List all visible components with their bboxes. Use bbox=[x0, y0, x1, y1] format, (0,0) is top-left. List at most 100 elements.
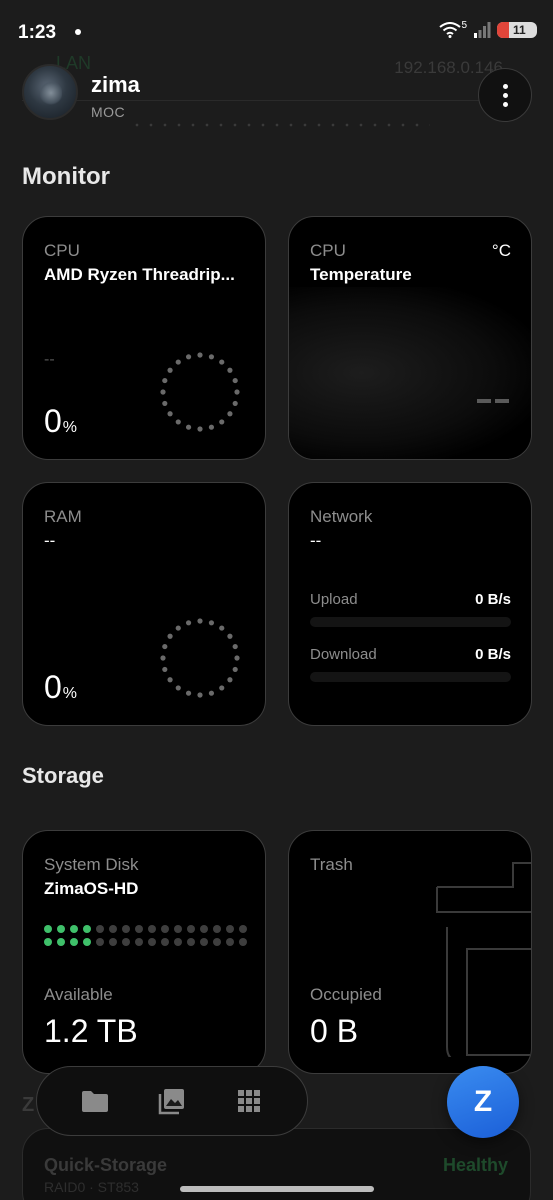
disk-dot bbox=[148, 938, 156, 946]
disk-dot bbox=[83, 938, 91, 946]
disk-dot bbox=[44, 925, 52, 933]
loading-dot bbox=[232, 643, 238, 650]
signal-icon bbox=[474, 22, 491, 38]
loading-dot bbox=[185, 354, 192, 360]
apps-grid-icon bbox=[237, 1090, 260, 1112]
section-title-monitor: Monitor bbox=[22, 163, 110, 190]
disk-dot bbox=[187, 925, 195, 933]
disk-dot bbox=[200, 938, 208, 946]
cpu-model: AMD Ryzen Threadrip... bbox=[44, 265, 235, 284]
loading-dot bbox=[175, 625, 181, 631]
section-title-storage: Storage bbox=[22, 763, 104, 788]
disk-dot bbox=[148, 925, 156, 933]
loading-dot bbox=[175, 685, 181, 691]
disk-dot bbox=[200, 925, 208, 933]
quick-storage-title: Quick-Storage bbox=[44, 1155, 168, 1175]
available-value: 1.2 TB bbox=[44, 1013, 138, 1049]
temperature-label: CPU bbox=[310, 241, 346, 260]
disk-dot bbox=[213, 938, 221, 946]
loading-dot bbox=[160, 389, 166, 395]
cpu-card[interactable]: CPU AMD Ryzen Threadrip... -- 0% bbox=[22, 216, 266, 460]
system-disk-label: System Disk bbox=[44, 855, 139, 874]
loading-dot bbox=[208, 424, 215, 430]
loading-dot bbox=[197, 692, 203, 698]
loading-dot bbox=[185, 690, 192, 696]
loading-dot bbox=[227, 633, 233, 639]
loading-dot bbox=[197, 352, 203, 358]
next-section-title: Z bbox=[22, 1094, 35, 1116]
occupied-label: Occupied bbox=[310, 985, 382, 1004]
trash-label: Trash bbox=[310, 855, 353, 874]
loading-dot bbox=[175, 359, 181, 365]
network-label: Network bbox=[310, 507, 373, 526]
user-subtitle: MOC bbox=[91, 104, 126, 120]
disk-dot bbox=[44, 938, 52, 946]
quick-storage-subtitle: RAID0 · ST853 bbox=[44, 1179, 139, 1195]
quick-storage-status: Healthy bbox=[442, 1155, 508, 1175]
loading-dot bbox=[175, 419, 181, 425]
loading-dot bbox=[219, 625, 225, 631]
loading-dot bbox=[167, 633, 173, 639]
notification-dot bbox=[75, 29, 81, 35]
nav-apps[interactable] bbox=[229, 1081, 269, 1121]
nav-photos[interactable] bbox=[152, 1081, 192, 1121]
loading-dot bbox=[208, 620, 215, 626]
download-value: 0 B/s bbox=[475, 646, 511, 663]
avatar[interactable] bbox=[22, 64, 78, 120]
folder-icon bbox=[82, 1091, 109, 1112]
more-vertical-icon bbox=[502, 83, 508, 89]
disk-dot bbox=[96, 925, 104, 933]
loading-dot bbox=[219, 685, 225, 691]
wifi-icon bbox=[439, 22, 462, 38]
loading-dot bbox=[234, 655, 240, 661]
header-divider bbox=[22, 100, 531, 101]
download-bar bbox=[310, 672, 511, 682]
disk-dot bbox=[174, 938, 182, 946]
photos-icon bbox=[158, 1089, 184, 1115]
network-card[interactable]: Network -- Upload 0 B/s Download 0 B/s bbox=[288, 482, 532, 726]
loading-dot bbox=[232, 666, 238, 673]
disk-dot bbox=[122, 925, 130, 933]
system-disk-card[interactable]: System Disk ZimaOS-HD Available 1.2 TB bbox=[22, 830, 266, 1074]
loading-dot bbox=[162, 643, 168, 650]
more-menu-button[interactable] bbox=[478, 68, 532, 122]
loading-dot bbox=[232, 377, 238, 384]
disk-dot bbox=[83, 925, 91, 933]
temperature-title: Temperature bbox=[310, 265, 412, 284]
disk-dot bbox=[161, 925, 169, 933]
trash-icon bbox=[436, 862, 531, 1057]
loading-dot bbox=[234, 389, 240, 395]
nav-files[interactable] bbox=[75, 1081, 115, 1121]
zima-fab-button[interactable]: Z bbox=[447, 1066, 519, 1138]
download-label: Download bbox=[310, 646, 377, 663]
temperature-placeholder bbox=[477, 399, 509, 403]
disk-dot bbox=[226, 925, 234, 933]
loading-dot bbox=[167, 411, 173, 417]
trash-card[interactable]: Trash Occupied 0 B bbox=[288, 830, 532, 1074]
upload-value: 0 B/s bbox=[475, 591, 511, 608]
disk-usage-dots bbox=[44, 925, 252, 946]
download-row: Download 0 B/s bbox=[310, 646, 511, 663]
available-label: Available bbox=[44, 985, 113, 1004]
disk-dot bbox=[213, 925, 221, 933]
loading-dot bbox=[219, 359, 225, 365]
loading-dot bbox=[162, 377, 168, 384]
cpu-usage: 0% bbox=[44, 403, 78, 439]
disk-dot bbox=[57, 938, 65, 946]
ram-card[interactable]: RAM -- 0% bbox=[22, 482, 266, 726]
loading-dot bbox=[208, 354, 215, 360]
loading-dot bbox=[185, 620, 192, 626]
loading-dot bbox=[197, 618, 203, 624]
loading-dot bbox=[219, 419, 225, 425]
home-indicator[interactable] bbox=[180, 1186, 374, 1192]
disk-dot bbox=[174, 925, 182, 933]
loading-dot bbox=[232, 400, 238, 407]
wifi-badge: 5 bbox=[461, 19, 467, 31]
disk-dot bbox=[109, 925, 117, 933]
temperature-card[interactable]: CPU Temperature °C bbox=[288, 216, 532, 460]
temperature-unit: °C bbox=[491, 241, 511, 260]
disk-dot bbox=[239, 938, 247, 946]
system-icons: 5 11 bbox=[439, 19, 537, 38]
header-dot-pattern bbox=[130, 118, 430, 136]
disk-dot bbox=[226, 938, 234, 946]
